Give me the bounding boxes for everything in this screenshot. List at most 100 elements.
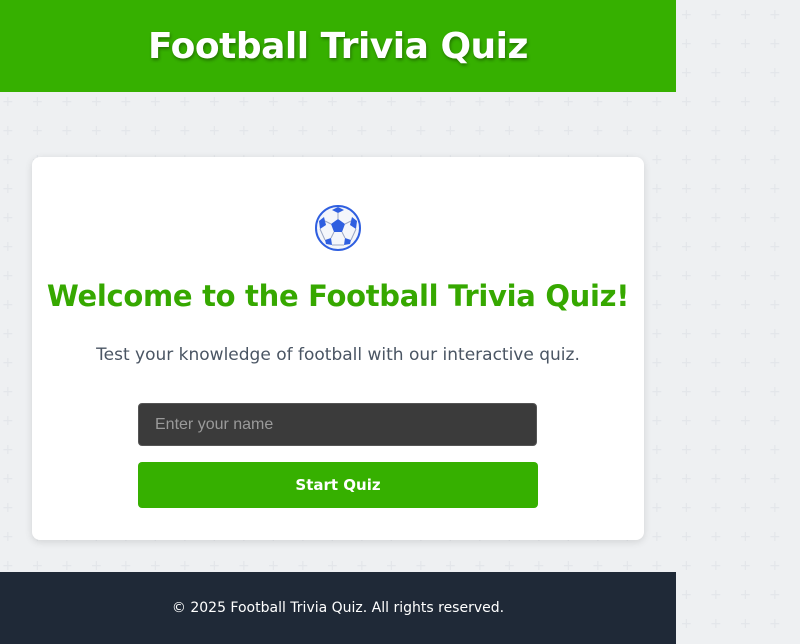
background-plus: + [474, 558, 486, 574]
background-plus: + [680, 413, 693, 429]
background-plus: + [149, 123, 162, 139]
background-plus: + [739, 152, 752, 168]
background-plus: + [710, 558, 722, 574]
background-plus: + [444, 558, 457, 574]
background-plus: + [651, 152, 663, 168]
background-plus: + [769, 326, 781, 342]
background-plus: + [710, 36, 722, 52]
background-plus: + [31, 94, 44, 110]
background-plus: + [651, 181, 663, 197]
soccer-ball-icon [315, 205, 361, 251]
background-plus: + [710, 384, 722, 400]
background-plus: + [710, 500, 722, 516]
background-plus: + [651, 355, 663, 371]
background-plus: + [710, 7, 722, 23]
background-plus: + [90, 123, 103, 139]
background-plus: + [2, 384, 14, 400]
background-plus: + [680, 36, 693, 52]
background-plus: + [680, 616, 693, 632]
background-plus: + [120, 94, 132, 110]
background-plus: + [149, 558, 162, 574]
background-plus: + [651, 558, 663, 574]
background-plus: + [356, 123, 368, 139]
background-plus: + [2, 152, 14, 168]
background-plus: + [769, 384, 781, 400]
background-plus: + [562, 558, 575, 574]
background-plus: + [739, 210, 752, 226]
background-plus: + [592, 123, 604, 139]
page-footer: © 2025 Football Trivia Quiz. All rights … [0, 572, 676, 644]
background-plus: + [739, 268, 752, 284]
background-plus: + [710, 355, 722, 371]
background-plus: + [710, 297, 722, 313]
background-plus: + [562, 123, 575, 139]
background-plus: + [739, 442, 752, 458]
background-plus: + [2, 529, 14, 545]
background-plus: + [61, 94, 73, 110]
background-plus: + [651, 500, 663, 516]
welcome-subtitle: Test your knowledge of football with our… [96, 345, 580, 365]
background-plus: + [474, 123, 486, 139]
background-plus: + [2, 355, 14, 371]
background-plus: + [444, 123, 457, 139]
background-plus: + [651, 442, 663, 458]
background-plus: + [680, 471, 693, 487]
background-plus: + [680, 326, 693, 342]
background-plus: + [739, 529, 752, 545]
background-plus: + [2, 500, 14, 516]
background-plus: + [710, 326, 722, 342]
background-plus: + [739, 65, 752, 81]
background-plus: + [533, 94, 545, 110]
background-plus: + [61, 123, 73, 139]
background-plus: + [651, 210, 663, 226]
background-plus: + [739, 94, 752, 110]
background-plus: + [208, 558, 221, 574]
background-plus: + [2, 297, 14, 313]
background-plus: + [769, 65, 781, 81]
background-plus: + [739, 471, 752, 487]
background-plus: + [769, 94, 781, 110]
background-plus: + [267, 123, 280, 139]
background-plus: + [621, 558, 634, 574]
background-plus: + [769, 471, 781, 487]
background-plus: + [444, 94, 457, 110]
background-plus: + [474, 94, 486, 110]
background-plus: + [61, 558, 73, 574]
background-plus: + [739, 239, 752, 255]
welcome-card: Welcome to the Football Trivia Quiz! Tes… [32, 157, 644, 540]
background-plus: + [90, 558, 103, 574]
background-plus: + [651, 529, 663, 545]
background-plus: + [769, 587, 781, 603]
background-plus: + [769, 268, 781, 284]
background-plus: + [769, 558, 781, 574]
background-plus: + [208, 123, 221, 139]
name-input[interactable] [138, 403, 537, 446]
background-plus: + [739, 36, 752, 52]
background-plus: + [2, 471, 14, 487]
background-plus: + [385, 123, 398, 139]
background-plus: + [651, 413, 663, 429]
background-plus: + [238, 94, 250, 110]
background-plus: + [356, 558, 368, 574]
background-plus: + [710, 123, 722, 139]
background-plus: + [680, 65, 693, 81]
background-plus: + [120, 123, 132, 139]
background-plus: + [651, 326, 663, 342]
background-plus: + [562, 94, 575, 110]
background-plus: + [120, 558, 132, 574]
background-plus: + [326, 123, 339, 139]
background-plus: + [2, 123, 14, 139]
background-plus: + [769, 297, 781, 313]
start-quiz-button[interactable]: Start Quiz [138, 462, 538, 508]
background-plus: + [385, 94, 398, 110]
background-plus: + [503, 94, 516, 110]
background-plus: + [2, 210, 14, 226]
background-plus: + [2, 268, 14, 284]
background-plus: + [739, 297, 752, 313]
background-plus: + [2, 94, 14, 110]
background-plus: + [2, 413, 14, 429]
background-plus: + [2, 442, 14, 458]
background-plus: + [179, 123, 191, 139]
background-plus: + [621, 94, 634, 110]
background-plus: + [533, 558, 545, 574]
